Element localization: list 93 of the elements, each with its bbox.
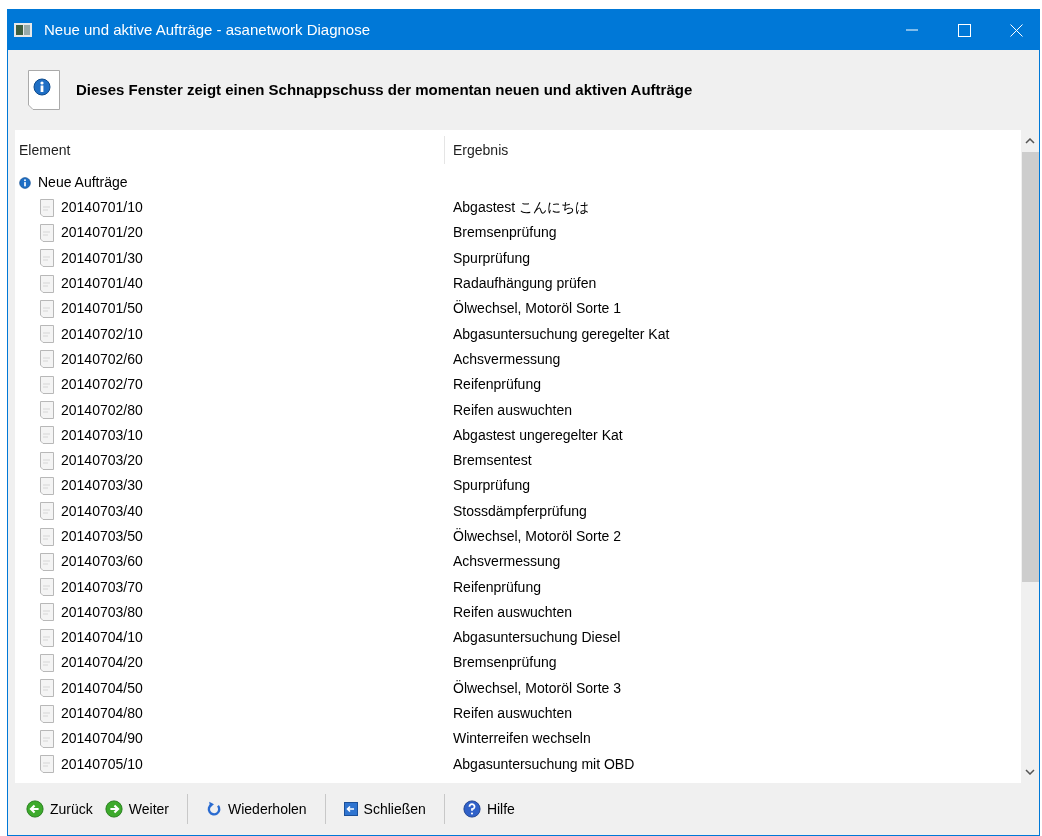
- scroll-down-icon: [1025, 769, 1035, 775]
- arrow-left-icon: [26, 800, 44, 818]
- table-cell-text: Winterreifen wechseln: [452, 729, 591, 749]
- tree-item[interactable]: 20140701/30: [15, 247, 445, 269]
- tree-item[interactable]: Neue Aufträge: [15, 172, 445, 193]
- document-icon: [40, 729, 54, 748]
- document-icon: [40, 679, 54, 698]
- document-icon: [40, 527, 54, 546]
- document-icon: [40, 299, 54, 318]
- tree-item[interactable]: 20140703/40: [15, 500, 445, 522]
- tree-item[interactable]: 20140704/20: [15, 652, 445, 674]
- document-icon: [40, 325, 54, 344]
- tree-item[interactable]: 20140703/20: [15, 450, 445, 472]
- table-cell-text: Achsvermessung: [452, 552, 561, 572]
- app-icon: [14, 23, 32, 37]
- table-cell-text: Reifen auswuchten: [452, 602, 573, 622]
- help-icon: [462, 800, 481, 818]
- document-icon: [40, 476, 54, 495]
- header-text: Dieses Fenster zeigt einen Schnappschuss der momentan neuen und aktiven Aufträge: [76, 79, 693, 100]
- toolbar-button[interactable]: Zurück: [26, 794, 93, 824]
- document-icon: [40, 223, 54, 242]
- tree-item[interactable]: 20140703/60: [15, 551, 445, 573]
- table-cell-text: Ölwechsel, Motoröl Sorte 3: [452, 678, 622, 698]
- toolbar-button[interactable]: Schließen: [343, 794, 426, 824]
- table-cell-text: Reifen auswuchten: [452, 400, 573, 420]
- table-cell-text: Ölwechsel, Motoröl Sorte 2: [452, 527, 622, 546]
- table-cell-text: Abgasuntersuchung geregelter Kat: [452, 324, 670, 344]
- tree-item[interactable]: 20140702/10: [15, 323, 445, 345]
- maximize-icon: [957, 23, 971, 37]
- minimize-icon: [906, 29, 918, 31]
- tree-item[interactable]: 20140702/70: [15, 374, 445, 396]
- exit-icon: [343, 802, 358, 816]
- scrollbar-thumb[interactable]: [1021, 152, 1039, 582]
- table-cell-text: Bremsenprüfung: [452, 223, 557, 243]
- document-icon: [40, 552, 54, 571]
- tree-item[interactable]: 20140704/50: [15, 677, 445, 699]
- table-cell-text: Ölwechsel, Motoröl Sorte 1: [452, 299, 622, 319]
- table-cell-text: Abgasuntersuchung mit OBD: [452, 754, 635, 774]
- tree-item[interactable]: 20140704/80: [15, 703, 445, 725]
- scroll-up-icon: [1025, 138, 1035, 144]
- tree-item[interactable]: 20140703/70: [15, 576, 445, 598]
- tree-item[interactable]: 20140703/80: [15, 601, 445, 623]
- column-header[interactable]: Element: [15, 136, 445, 164]
- table-cell-text: Reifenprüfung: [452, 577, 541, 597]
- document-icon: [40, 628, 54, 647]
- document-icon: [40, 350, 54, 369]
- document-icon: [40, 451, 54, 470]
- table-cell-text: Stossdämpferprüfung: [452, 501, 587, 521]
- table-cell-text: Reifen auswuchten: [452, 704, 573, 724]
- document-icon: [40, 704, 54, 723]
- table-cell-text: Spurprüfung: [452, 476, 531, 496]
- document-icon: [40, 198, 54, 217]
- refresh-icon: [206, 801, 222, 817]
- column-header[interactable]: Ergebnis: [445, 136, 1021, 164]
- document-icon: [40, 375, 54, 394]
- table-cell-text: Abgastest ungeregelter Kat: [452, 425, 623, 445]
- document-icon: [40, 274, 54, 293]
- table-cell-text: Abgasuntersuchung Diesel: [452, 628, 621, 648]
- document-icon: [40, 401, 54, 419]
- toolbar-button[interactable]: Hilfe: [462, 794, 515, 824]
- table-cell-text: Achsvermessung: [452, 349, 561, 369]
- table-cell-text: Bremsentest: [452, 451, 532, 471]
- document-icon: [40, 502, 54, 521]
- tree-item[interactable]: 20140703/30: [15, 475, 445, 497]
- tree-item[interactable]: 20140701/50: [15, 298, 445, 320]
- document-icon: [40, 603, 54, 622]
- toolbar-button[interactable]: Wiederholen: [206, 794, 307, 824]
- tree-item[interactable]: 20140703/10: [15, 424, 445, 446]
- tree-item[interactable]: 20140701/20: [15, 222, 445, 244]
- tree-item[interactable]: 20140702/80: [15, 399, 445, 421]
- arrow-right-icon: [104, 800, 123, 818]
- info-icon: [19, 176, 31, 189]
- tree-item[interactable]: 20140701/40: [15, 273, 445, 295]
- window-title: Neue und aktive Aufträge - asanetwork Diagnose: [44, 19, 372, 40]
- close-icon: [1009, 23, 1023, 37]
- document-icon: [40, 426, 54, 445]
- tree-item[interactable]: 20140701/10: [15, 197, 445, 219]
- table-cell-text: Reifenprüfung: [452, 375, 541, 395]
- document-icon: [40, 249, 54, 268]
- table-cell-text: Abgastest こんにちは: [452, 198, 590, 218]
- tree-item[interactable]: 20140704/10: [15, 627, 445, 649]
- tree-item[interactable]: 20140705/10: [15, 753, 445, 775]
- table-cell-text: Radaufhängung prüfen: [452, 274, 597, 294]
- info-document-icon: [28, 70, 60, 110]
- tree-item[interactable]: 20140703/50: [15, 526, 445, 547]
- tree-item[interactable]: 20140704/90: [15, 728, 445, 750]
- document-icon: [40, 654, 54, 672]
- table-cell-text: Bremsenprüfung: [452, 653, 557, 673]
- document-icon: [40, 578, 54, 597]
- tree-item[interactable]: 20140702/60: [15, 348, 445, 370]
- document-icon: [40, 755, 54, 774]
- toolbar-button[interactable]: Weiter: [104, 794, 169, 824]
- table-cell-text: Spurprüfung: [452, 248, 531, 268]
